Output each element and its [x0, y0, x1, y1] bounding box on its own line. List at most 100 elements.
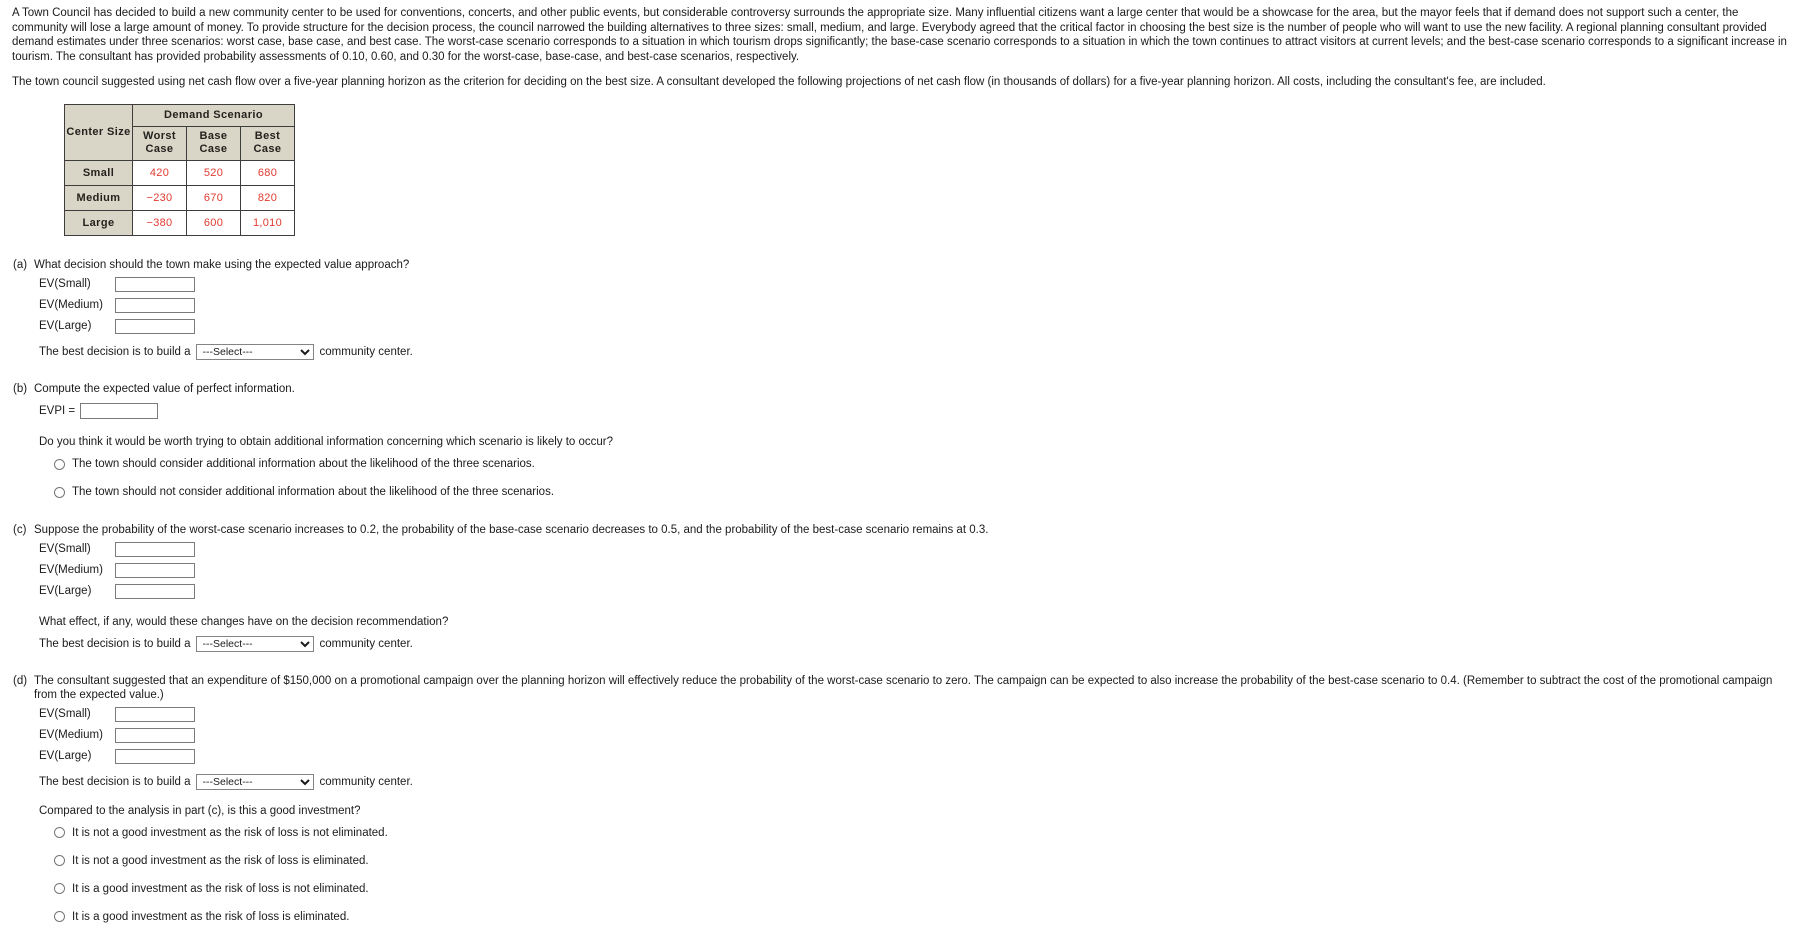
part-d-ev-medium-row: EV(Medium) — [39, 726, 1794, 745]
part-d: (d) The consultant suggested that an exp… — [8, 674, 1794, 926]
part-d-ev-small-label: EV(Small) — [39, 708, 91, 721]
part-d-ev-small-row: EV(Small) — [39, 705, 1794, 724]
part-c: (c) Suppose the probability of the worst… — [8, 523, 1794, 652]
header-best-case: Best Case — [240, 125, 295, 161]
part-d-radio-2[interactable] — [54, 855, 65, 867]
part-a-decision-select[interactable]: ---Select---smallmediumlarge — [195, 343, 314, 360]
problem-page: A Town Council has decided to build a ne… — [0, 0, 1802, 939]
cell-large-worst: −380 — [132, 209, 187, 236]
part-c-question: Suppose the probability of the worst-cas… — [34, 524, 989, 537]
part-c-decision-select[interactable]: ---Select---smallmediumlarge — [195, 635, 314, 652]
part-a-ev-medium-label: EV(Medium) — [39, 299, 103, 312]
intro-paragraph-2: The town council suggested using net cas… — [12, 76, 1546, 89]
part-c-ev-small-label: EV(Small) — [39, 543, 91, 556]
part-a-ev-small-input[interactable] — [115, 276, 195, 292]
part-d-decision-prefix: The best decision is to build a — [39, 775, 191, 788]
cell-medium-worst: −230 — [132, 184, 187, 211]
part-b-evpi-row: EVPI = — [39, 401, 1794, 421]
part-b-radio-2[interactable] — [54, 486, 65, 498]
part-a-ev-medium-row: EV(Medium) — [39, 296, 1794, 315]
part-a-ev-large-row: EV(Large) — [39, 317, 1794, 336]
part-b-radio-1[interactable] — [54, 458, 65, 470]
part-d-ev-medium-input[interactable] — [115, 727, 195, 743]
part-b-label: (b) — [13, 382, 28, 395]
part-d-option-1-label[interactable]: It is not a good investment as the risk … — [72, 826, 388, 840]
part-c-ev-large-row: EV(Large) — [39, 582, 1794, 601]
part-c-ev-large-input[interactable] — [115, 583, 195, 599]
table-row: Small 420 520 680 — [64, 159, 295, 186]
part-b-option-2[interactable]: The town should not consider additional … — [54, 483, 1794, 501]
part-c-ev-medium-label: EV(Medium) — [39, 564, 103, 577]
part-a-label: (a) — [13, 258, 28, 271]
payoff-table: Center Size Demand Scenario Worst Case B… — [64, 103, 295, 236]
part-c-ev-large-label: EV(Large) — [39, 585, 92, 598]
part-b-options: The town should consider additional info… — [39, 455, 1794, 501]
part-c-ev-medium-input[interactable] — [115, 562, 195, 578]
part-a-decision-row: The best decision is to build a ---Selec… — [39, 343, 1794, 360]
header-worst-case: Worst Case — [132, 125, 187, 161]
table-header-row-1: Center Size Demand Scenario — [64, 103, 295, 161]
table-row: Medium −230 670 820 — [64, 184, 295, 211]
part-c-decision-suffix: community center. — [319, 637, 413, 650]
part-a-decision-prefix: The best decision is to build a — [39, 345, 191, 358]
header-center-size: Center Size — [64, 103, 133, 161]
part-c-label: (c) — [13, 524, 27, 537]
header-demand-scenario: Demand Scenario — [132, 103, 295, 127]
part-d-label: (d) — [13, 674, 28, 687]
part-a-ev-small-row: EV(Small) — [39, 275, 1794, 294]
cell-medium-base: 670 — [186, 184, 241, 211]
part-a: (a) What decision should the town make u… — [8, 258, 1794, 360]
row-label-large: Large — [64, 209, 133, 236]
part-a-ev-medium-input[interactable] — [115, 297, 195, 313]
part-d-radio-1[interactable] — [54, 827, 65, 839]
part-b-option-1[interactable]: The town should consider additional info… — [54, 455, 1794, 473]
part-d-ev-large-row: EV(Large) — [39, 747, 1794, 766]
part-d-ev-large-label: EV(Large) — [39, 750, 92, 763]
part-d-option-3-label[interactable]: It is a good investment as the risk of l… — [72, 882, 369, 896]
row-label-small: Small — [64, 159, 133, 186]
cell-small-worst: 420 — [132, 159, 187, 186]
part-d-option-4-label[interactable]: It is a good investment as the risk of l… — [72, 910, 349, 924]
part-d-ev-large-input[interactable] — [115, 748, 195, 764]
part-d-radio-3[interactable] — [54, 883, 65, 895]
part-d-decision-select[interactable]: ---Select---smallmediumlarge — [195, 773, 314, 790]
cell-small-base: 520 — [186, 159, 241, 186]
intro-paragraph-1: A Town Council has decided to build a ne… — [12, 7, 1787, 63]
part-d-ev-small-input[interactable] — [115, 706, 195, 722]
part-d-sub-question: Compared to the analysis in part (c), is… — [39, 804, 361, 817]
part-d-option-1[interactable]: It is not a good investment as the risk … — [54, 824, 1794, 842]
header-base-case: Base Case — [186, 125, 241, 161]
part-a-ev-small-label: EV(Small) — [39, 278, 91, 291]
part-d-option-2-label[interactable]: It is not a good investment as the risk … — [72, 854, 369, 868]
part-d-decision-suffix: community center. — [319, 775, 413, 788]
part-a-decision-suffix: community center. — [319, 345, 413, 358]
part-d-options: It is not a good investment as the risk … — [39, 824, 1794, 926]
part-b-sub-question: Do you think it would be worth trying to… — [39, 436, 614, 449]
cell-small-best: 680 — [240, 159, 295, 186]
part-c-ev-small-input[interactable] — [115, 541, 195, 557]
part-b: (b) Compute the expected value of perfec… — [8, 382, 1794, 502]
payoff-table-wrapper: Center Size Demand Scenario Worst Case B… — [64, 103, 1794, 236]
part-d-ev-medium-label: EV(Medium) — [39, 729, 103, 742]
part-d-radio-4[interactable] — [54, 911, 65, 923]
row-label-medium: Medium — [64, 184, 133, 211]
part-c-sub-question: What effect, if any, would these changes… — [39, 615, 449, 628]
part-b-question: Compute the expected value of perfect in… — [34, 382, 295, 395]
part-d-option-4[interactable]: It is a good investment as the risk of l… — [54, 908, 1794, 926]
part-d-option-3[interactable]: It is a good investment as the risk of l… — [54, 880, 1794, 898]
part-b-evpi-label: EVPI = — [39, 405, 76, 418]
part-c-decision-prefix: The best decision is to build a — [39, 637, 191, 650]
part-a-ev-large-input[interactable] — [115, 318, 195, 334]
part-a-ev-large-label: EV(Large) — [39, 320, 92, 333]
part-c-decision-row: The best decision is to build a ---Selec… — [39, 635, 1794, 652]
part-b-option-1-label[interactable]: The town should consider additional info… — [72, 457, 535, 471]
part-c-ev-medium-row: EV(Medium) — [39, 561, 1794, 580]
part-b-option-2-label[interactable]: The town should not consider additional … — [72, 485, 554, 499]
part-d-option-2[interactable]: It is not a good investment as the risk … — [54, 852, 1794, 870]
cell-large-base: 600 — [186, 209, 241, 236]
cell-large-best: 1,010 — [240, 209, 295, 236]
part-d-question: The consultant suggested that an expendi… — [34, 674, 1773, 702]
part-b-evpi-input[interactable] — [80, 403, 159, 420]
part-a-question: What decision should the town make using… — [34, 258, 410, 271]
part-c-ev-small-row: EV(Small) — [39, 540, 1794, 559]
